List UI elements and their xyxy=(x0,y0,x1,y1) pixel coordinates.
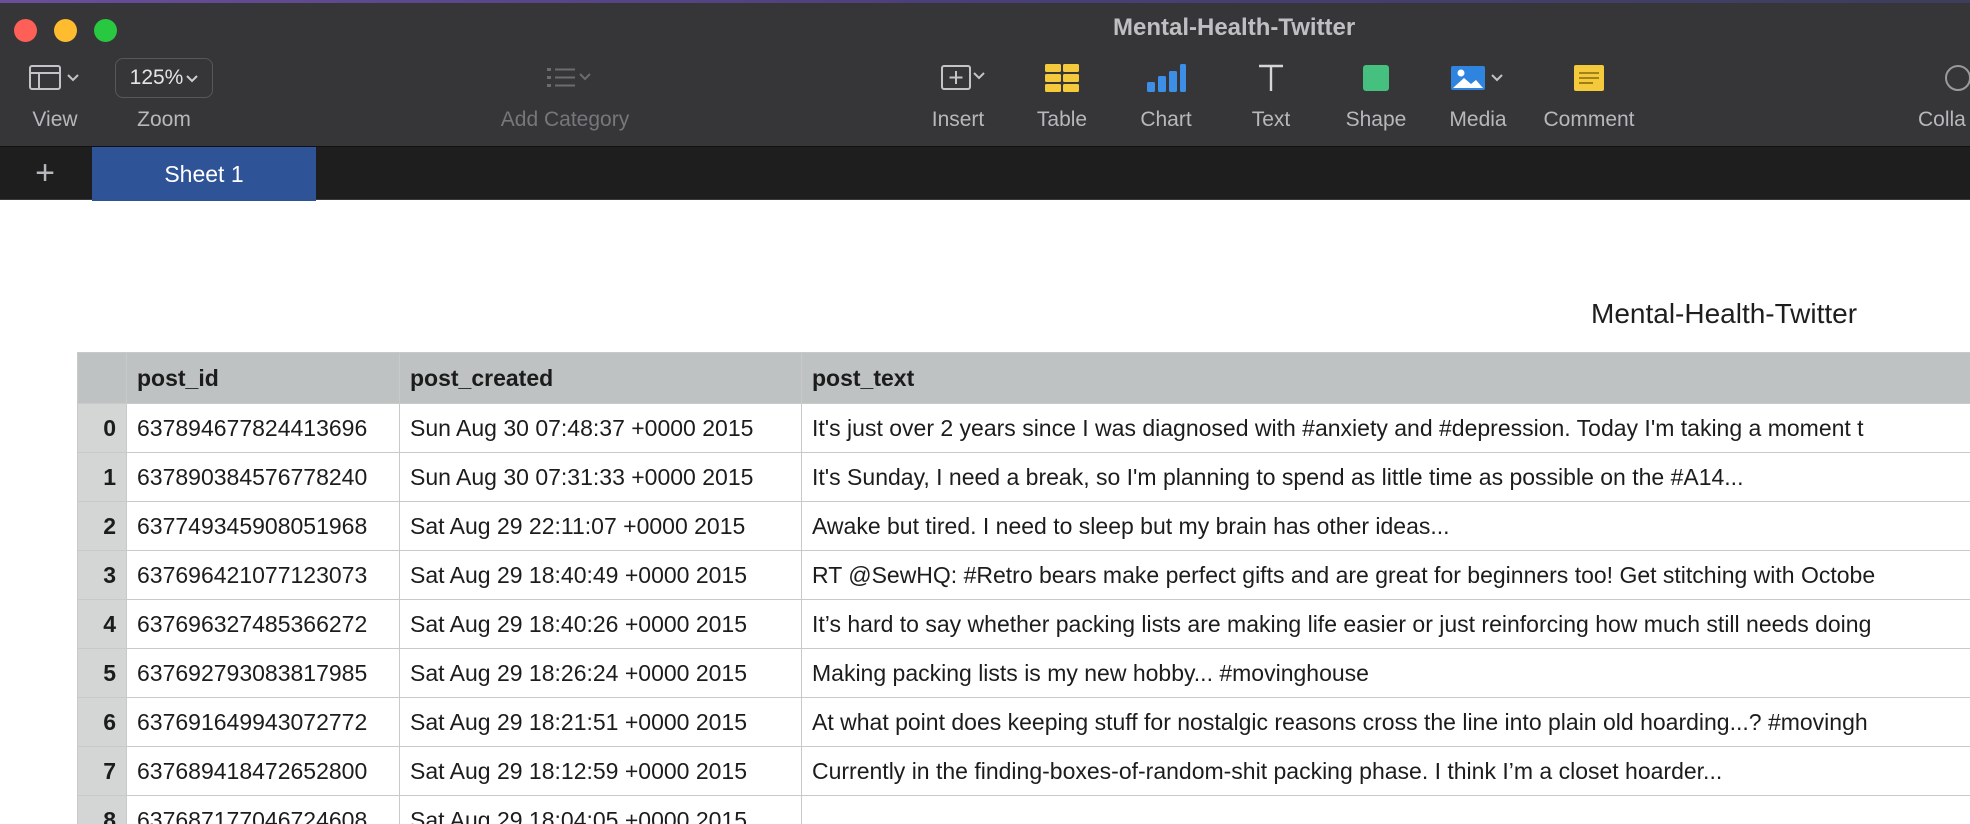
column-header-post-id[interactable]: post_id xyxy=(126,352,400,404)
table-row[interactable]: 1 637890384576778240 Sun Aug 30 07:31:33 +… xyxy=(77,452,1970,502)
comment-icon xyxy=(1573,58,1605,98)
zoom-control[interactable]: 125% Zoom xyxy=(115,58,213,142)
row-number-cell[interactable]: 3 xyxy=(77,550,127,600)
post-text-cell[interactable]: It's just over 2 years since I was diagn… xyxy=(801,403,1970,453)
table-row[interactable]: 2 637749345908051968 Sat Aug 29 22:11:07 +… xyxy=(77,501,1970,551)
zoom-label: Zoom xyxy=(137,108,191,131)
close-window-button[interactable] xyxy=(14,19,37,42)
post-created-cell[interactable]: Sat Aug 29 22:11:07 +0000 2015 xyxy=(399,501,802,551)
minimize-window-button[interactable] xyxy=(54,19,77,42)
add-sheet-button[interactable]: + xyxy=(24,155,66,193)
media-label: Media xyxy=(1449,108,1507,131)
post-created-cell[interactable]: Sat Aug 29 18:21:51 +0000 2015 xyxy=(399,697,802,747)
table-row[interactable]: 4 637696327485366272 Sat Aug 29 18:40:26 +… xyxy=(77,599,1970,649)
photo-icon xyxy=(1449,58,1507,98)
comment-button[interactable]: Comment xyxy=(1538,58,1640,142)
collaborate-icon xyxy=(1918,58,1970,98)
table-row[interactable]: 3 637696421077123073 Sat Aug 29 18:40:49 +… xyxy=(77,550,1970,600)
window-title: Mental-Health-Twitter xyxy=(1113,14,1356,41)
add-category-label: Add Category xyxy=(500,108,630,131)
zoom-value: 125% xyxy=(129,66,184,89)
shape-button[interactable]: Shape xyxy=(1340,58,1412,142)
chart-label: Chart xyxy=(1140,108,1192,131)
post-text-cell[interactable]: Awake but tired. I need to sleep but my … xyxy=(801,501,1970,551)
text-icon xyxy=(1256,58,1286,98)
post-text-cell[interactable]: Making packing lists is my new hobby... … xyxy=(801,648,1970,698)
media-button[interactable]: Media xyxy=(1445,58,1511,142)
row-number-cell[interactable]: 0 xyxy=(77,403,127,453)
post-created-cell[interactable]: Sat Aug 29 18:26:24 +0000 2015 xyxy=(399,648,802,698)
table-icon xyxy=(1044,58,1080,98)
chart-button[interactable]: Chart xyxy=(1130,58,1202,142)
header-corner-cell[interactable] xyxy=(77,352,127,404)
row-number-cell[interactable]: 5 xyxy=(77,648,127,698)
table-row[interactable]: 8 637687177046724608 Sat Aug 29 18:04:05 +… xyxy=(77,795,1970,824)
post-created-cell[interactable]: Sun Aug 30 07:31:33 +0000 2015 xyxy=(399,452,802,502)
post-id-cell[interactable]: 637689418472652800 xyxy=(126,746,400,796)
post-id-cell[interactable]: 637696327485366272 xyxy=(126,599,400,649)
post-created-cell[interactable]: Sat Aug 29 18:04:05 +0000 2015 xyxy=(399,795,802,824)
row-number-cell[interactable]: 7 xyxy=(77,746,127,796)
row-number-cell[interactable]: 2 xyxy=(77,501,127,551)
post-text-cell[interactable]: RT @SewHQ: #Retro bears make perfect gif… xyxy=(801,550,1970,600)
post-id-cell[interactable]: 637890384576778240 xyxy=(126,452,400,502)
add-category-button[interactable]: Add Category xyxy=(490,58,640,142)
sidebar-layout-icon xyxy=(26,58,84,98)
column-header-post-created[interactable]: post_created xyxy=(399,352,802,404)
row-number-cell[interactable]: 1 xyxy=(77,452,127,502)
spreadsheet-table[interactable]: post_id post_created post_text 0 63789467… xyxy=(77,352,1970,824)
table-row[interactable]: 0 637894677824413696 Sun Aug 30 07:48:37 +… xyxy=(77,403,1970,453)
insert-button[interactable]: Insert xyxy=(920,58,996,142)
fullscreen-window-button[interactable] xyxy=(94,19,117,42)
post-id-cell[interactable]: 637894677824413696 xyxy=(126,403,400,453)
collaborate-label: Colla xyxy=(1918,108,1966,131)
window-toolbar: Mental-Health-Twitter View 125% Zoom Add… xyxy=(0,0,1970,146)
table-label: Table xyxy=(1036,108,1088,131)
table-button[interactable]: Table xyxy=(1025,58,1099,142)
table-row[interactable]: 5 637692793083817985 Sat Aug 29 18:26:24 +… xyxy=(77,648,1970,698)
row-number-cell[interactable]: 4 xyxy=(77,599,127,649)
sheet-tab-label: Sheet 1 xyxy=(164,160,244,187)
tab-sheet-1[interactable]: Sheet 1 xyxy=(92,147,316,201)
post-created-cell[interactable]: Sat Aug 29 18:40:49 +0000 2015 xyxy=(399,550,802,600)
post-created-cell[interactable]: Sun Aug 30 07:48:37 +0000 2015 xyxy=(399,403,802,453)
bar-chart-icon xyxy=(1146,58,1186,98)
post-created-cell[interactable]: Sat Aug 29 18:40:26 +0000 2015 xyxy=(399,599,802,649)
post-created-cell[interactable]: Sat Aug 29 18:12:59 +0000 2015 xyxy=(399,746,802,796)
post-text-cell[interactable]: At what point does keeping stuff for nos… xyxy=(801,697,1970,747)
post-id-cell[interactable]: 637749345908051968 xyxy=(126,501,400,551)
plus-icon: + xyxy=(35,154,55,192)
post-text-cell[interactable]: Currently in the finding-boxes-of-random… xyxy=(801,746,1970,796)
view-button[interactable]: View xyxy=(26,58,84,142)
text-label: Text xyxy=(1251,108,1291,131)
post-text-cell[interactable]: It’s hard to say whether packing lists a… xyxy=(801,599,1970,649)
text-button[interactable]: Text xyxy=(1240,58,1302,142)
post-id-cell[interactable]: 637687177046724608 xyxy=(126,795,400,824)
row-number-cell[interactable]: 8 xyxy=(77,795,127,824)
post-id-cell[interactable]: 637696421077123073 xyxy=(126,550,400,600)
window-top-edge xyxy=(0,0,1970,3)
table-row[interactable]: 6 637691649943072772 Sat Aug 29 18:21:51 +… xyxy=(77,697,1970,747)
table-row[interactable]: 7 637689418472652800 Sat Aug 29 18:12:59 +… xyxy=(77,746,1970,796)
table-title[interactable]: Mental-Health-Twitter xyxy=(1591,298,1857,330)
post-text-cell[interactable] xyxy=(801,795,1970,824)
list-icon xyxy=(535,58,595,98)
sheet-tab-bar: + Sheet 1 xyxy=(0,146,1970,201)
post-text-cell[interactable]: It's Sunday, I need a break, so I'm plan… xyxy=(801,452,1970,502)
row-number-cell[interactable]: 6 xyxy=(77,697,127,747)
view-label: View xyxy=(32,108,78,131)
square-shape-icon xyxy=(1361,58,1391,98)
insert-label: Insert xyxy=(931,108,985,131)
column-header-post-text[interactable]: post_text xyxy=(801,352,1970,404)
shape-label: Shape xyxy=(1345,108,1407,131)
collaborate-button[interactable]: Colla xyxy=(1918,58,1970,142)
comment-label: Comment xyxy=(1543,108,1635,131)
post-id-cell[interactable]: 637691649943072772 xyxy=(126,697,400,747)
zoom-dropdown[interactable]: 125% xyxy=(115,58,213,98)
post-id-cell[interactable]: 637692793083817985 xyxy=(126,648,400,698)
chevron-down-icon xyxy=(186,71,199,86)
insert-icon xyxy=(928,58,988,98)
header-row: post_id post_created post_text xyxy=(77,352,1970,404)
